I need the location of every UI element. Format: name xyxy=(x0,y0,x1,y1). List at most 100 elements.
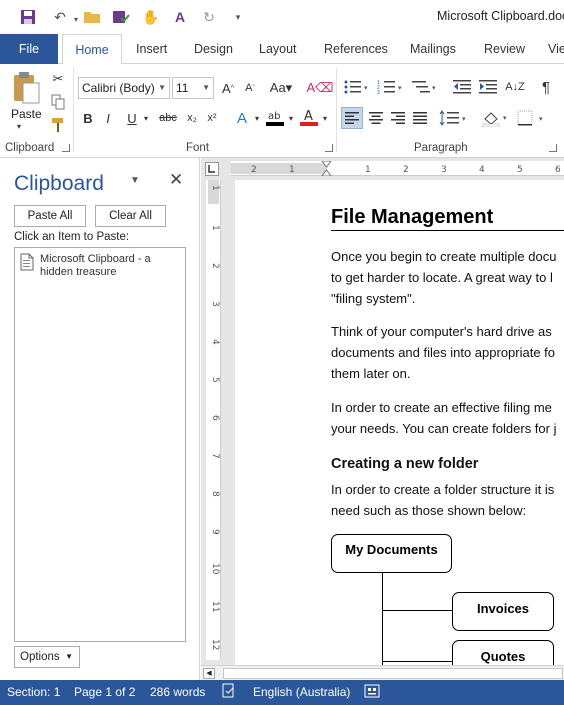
org-node-child[interactable]: Invoices xyxy=(452,592,554,631)
clipboard-item[interactable]: Microsoft Clipboard - a hidden treasure xyxy=(19,253,181,279)
vertical-ruler[interactable]: 1 1 2 3 4 5 6 7 8 9 10 11 12 xyxy=(206,180,221,660)
paragraph-line: In order to create a folder structure it… xyxy=(331,482,555,497)
font-name-box[interactable]: Calibri (Body) ▼ xyxy=(78,77,170,99)
customize-qat-icon[interactable]: ▾ xyxy=(228,7,248,27)
font-size-dropdown-icon[interactable]: ▼ xyxy=(202,78,210,98)
svg-text:▾: ▾ xyxy=(398,85,402,92)
page-indicator[interactable]: Page 1 of 2 xyxy=(74,685,135,699)
tab-selector[interactable] xyxy=(205,162,219,176)
italic-icon[interactable]: I xyxy=(100,108,116,128)
scroll-left-icon[interactable]: ◀ xyxy=(203,668,215,679)
strikethrough-icon[interactable]: abc xyxy=(157,108,179,128)
tab-view[interactable]: Vie xyxy=(548,34,564,64)
redo-icon[interactable]: ↻ xyxy=(199,7,219,27)
tab-references[interactable]: References xyxy=(324,34,388,64)
ruler-tick-label: 2 xyxy=(251,165,257,175)
text-effects-icon[interactable]: A xyxy=(232,108,252,128)
ruler-tick-label: 3 xyxy=(210,301,220,307)
line-spacing-icon[interactable]: ▾ xyxy=(438,107,470,129)
grow-font-icon[interactable]: A ^ xyxy=(218,78,238,98)
ruler-tick-label: 12 xyxy=(210,639,220,650)
tab-file[interactable]: File xyxy=(0,34,58,64)
bold-icon[interactable]: B xyxy=(80,108,96,128)
copy-icon[interactable] xyxy=(49,93,67,111)
paste-dropdown-icon[interactable]: ▾ xyxy=(11,120,27,132)
clipboard-item-text: Microsoft Clipboard - a hidden treasure xyxy=(40,253,151,278)
ruler-tick-label: 11 xyxy=(210,601,220,612)
horizontal-scrollbar[interactable]: ◀ xyxy=(201,665,564,680)
ruler-tick-label: 1 xyxy=(210,225,220,231)
scroll-thumb[interactable] xyxy=(223,668,563,679)
format-painter-icon[interactable] xyxy=(49,116,67,134)
decrease-indent-icon[interactable] xyxy=(450,76,474,98)
save-icon[interactable] xyxy=(18,7,38,27)
section-indicator[interactable]: Section: 1 xyxy=(7,685,60,699)
clipboard-pane-title: Clipboard xyxy=(14,172,104,195)
org-node-root[interactable]: My Documents xyxy=(331,534,452,573)
ruler-tick-label: 6 xyxy=(555,165,561,175)
horizontal-ruler[interactable]: 2 1 1 2 3 4 5 6 xyxy=(231,160,564,177)
highlight-dropdown-icon[interactable]: ▾ xyxy=(286,108,296,128)
macro-recording-icon[interactable] xyxy=(364,683,380,702)
document-subheading: Creating a new folder xyxy=(331,456,479,472)
tab-mailings[interactable]: Mailings xyxy=(410,34,456,64)
ruler-tick-label: 4 xyxy=(479,165,485,175)
proofing-icon[interactable] xyxy=(221,683,237,702)
clear-formatting-icon[interactable]: A⌫ xyxy=(306,78,333,98)
paste-label[interactable]: Paste xyxy=(11,107,42,121)
underline-icon[interactable]: U xyxy=(124,108,140,128)
paste-all-button[interactable]: Paste All xyxy=(14,205,86,227)
document-page[interactable]: File Management Once you begin to create… xyxy=(235,180,564,679)
text-effects-dropdown-icon[interactable]: ▾ xyxy=(252,108,262,128)
justify-icon[interactable] xyxy=(409,107,431,129)
increase-indent-icon[interactable] xyxy=(476,76,500,98)
sort-icon[interactable]: A↓Z xyxy=(504,76,526,98)
align-center-icon[interactable] xyxy=(365,107,387,129)
font-launcher-icon[interactable] xyxy=(325,144,333,152)
show-formatting-icon[interactable]: ¶ xyxy=(535,76,557,98)
align-right-icon[interactable] xyxy=(387,107,409,129)
open-folder-icon[interactable] xyxy=(82,7,102,27)
numbering-icon[interactable]: 1 2 3 ▾ xyxy=(376,76,406,98)
touch-mode-icon[interactable]: ✋ xyxy=(141,7,161,27)
clipboard-group-label: Clipboard xyxy=(5,142,55,154)
click-to-paste-label: Click an Item to Paste: xyxy=(14,231,130,243)
org-connector xyxy=(382,610,452,611)
font-color-icon[interactable]: A xyxy=(298,106,320,128)
clear-all-button[interactable]: Clear All xyxy=(95,205,166,227)
options-button[interactable]: Options ▼ xyxy=(14,646,80,668)
underline-dropdown-icon[interactable]: ▾ xyxy=(141,108,151,128)
paste-icon[interactable] xyxy=(10,70,42,106)
highlight-icon[interactable]: ab xyxy=(264,106,286,128)
language-indicator[interactable]: English (Australia) xyxy=(253,685,350,699)
paragraph-launcher-icon[interactable] xyxy=(549,144,557,152)
heading-underline xyxy=(331,230,564,231)
close-icon[interactable]: ✕ xyxy=(169,170,183,190)
ruler-tick-label: 1 xyxy=(289,165,295,175)
font-size-box[interactable]: 11 ▼ xyxy=(172,77,214,99)
tab-review[interactable]: Review xyxy=(484,34,525,64)
bullets-icon[interactable]: ▾ xyxy=(342,76,372,98)
tab-layout[interactable]: Layout xyxy=(259,34,297,64)
tab-design[interactable]: Design xyxy=(194,34,233,64)
save-check-icon[interactable] xyxy=(111,7,131,27)
ruler-tick-label: 1 xyxy=(365,165,371,175)
tab-home[interactable]: Home xyxy=(62,34,122,65)
shrink-font-icon[interactable]: Aˇ xyxy=(240,78,260,98)
superscript-icon[interactable]: x² xyxy=(203,108,221,128)
subscript-icon[interactable]: x₂ xyxy=(183,108,201,128)
ruler-tick-label: 10 xyxy=(210,563,220,575)
multilevel-list-icon[interactable]: ▾ xyxy=(410,76,440,98)
word-count[interactable]: 286 words xyxy=(150,685,205,699)
font-color-dropdown-icon[interactable]: ▾ xyxy=(320,108,330,128)
font-name-dropdown-icon[interactable]: ▼ xyxy=(158,78,166,98)
align-left-icon[interactable] xyxy=(341,107,363,129)
tab-insert[interactable]: Insert xyxy=(136,34,167,64)
clipboard-launcher-icon[interactable] xyxy=(62,144,70,152)
format-text-icon[interactable]: A xyxy=(170,7,190,27)
pane-options-dropdown-icon[interactable]: ▼ xyxy=(130,175,140,186)
cut-icon[interactable]: ✂ xyxy=(49,70,67,88)
borders-icon[interactable]: ▾ xyxy=(516,107,548,129)
change-case-icon[interactable]: Aa▾ xyxy=(268,78,294,98)
shading-icon[interactable]: ▾ xyxy=(480,107,512,129)
